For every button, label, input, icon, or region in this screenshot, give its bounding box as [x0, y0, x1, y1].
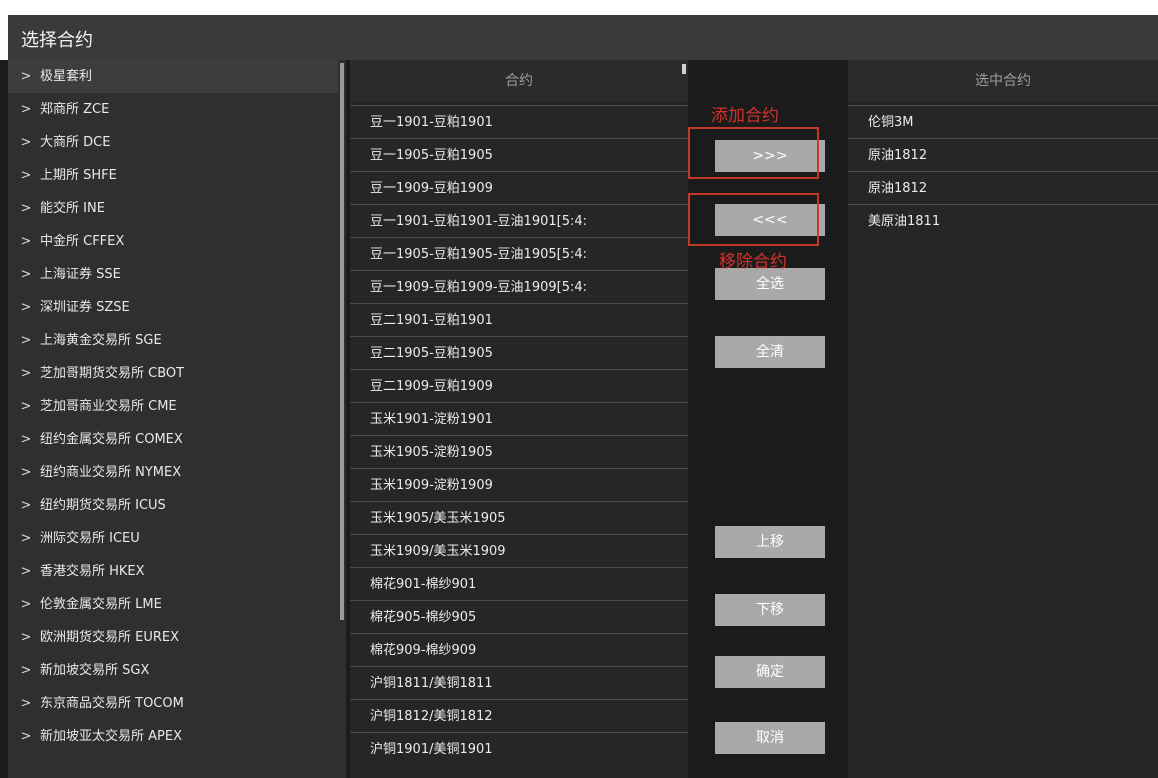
move-down-button[interactable]: 下移 — [715, 594, 825, 626]
chevron-right-icon: > — [20, 531, 32, 546]
contract-list-header: 合约 — [350, 60, 688, 102]
contract-row[interactable]: 豆一1909-豆粕1909 — [350, 171, 688, 204]
chevron-right-icon: > — [20, 234, 32, 249]
contract-row[interactable]: 玉米1905-淀粉1905 — [350, 435, 688, 468]
selected-contract-row[interactable]: 美原油1811 — [848, 204, 1158, 237]
contract-row[interactable]: 棉花905-棉纱905 — [350, 600, 688, 633]
remove-annotation-box — [688, 193, 819, 246]
exchange-item[interactable]: > 芝加哥商业交易所 CME — [8, 390, 338, 423]
contract-row[interactable]: 豆二1909-豆粕1909 — [350, 369, 688, 402]
exchange-item[interactable]: > 东京商品交易所 TOCOM — [8, 687, 338, 720]
contract-list-scrollbar[interactable] — [682, 64, 686, 74]
exchange-item[interactable]: > 上海黄金交易所 SGE — [8, 324, 338, 357]
chevron-right-icon: > — [20, 69, 32, 84]
chevron-right-icon: > — [20, 663, 32, 678]
chevron-right-icon: > — [20, 135, 32, 150]
selected-contract-list: 选中合约 伦铜3M 原油1812 原油1812 美原油1811 — [848, 60, 1158, 778]
chevron-right-icon: > — [20, 564, 32, 579]
contract-row[interactable]: 豆一1901-豆粕1901-豆油1901[5:4: — [350, 204, 688, 237]
contract-row[interactable]: 棉花901-棉纱901 — [350, 567, 688, 600]
contract-row[interactable]: 玉米1901-淀粉1901 — [350, 402, 688, 435]
chevron-right-icon: > — [20, 300, 32, 315]
chevron-right-icon: > — [20, 597, 32, 612]
select-all-button[interactable]: 全选 — [715, 268, 825, 300]
contract-row[interactable]: 沪铜1812/美铜1812 — [350, 699, 688, 732]
selected-contract-row[interactable]: 伦铜3M — [848, 105, 1158, 138]
contract-row[interactable]: 棉花909-棉纱909 — [350, 633, 688, 666]
cancel-button[interactable]: 取消 — [715, 722, 825, 754]
contract-row[interactable]: 豆一1909-豆粕1909-豆油1909[5:4: — [350, 270, 688, 303]
exchange-item[interactable]: > 上期所 SHFE — [8, 159, 338, 192]
contract-row[interactable]: 沪铜1901/美铜1901 — [350, 732, 688, 765]
exchange-item[interactable]: > 深圳证券 SZSE — [8, 291, 338, 324]
title-bar: 选择合约 — [0, 0, 1158, 60]
selected-contract-row[interactable]: 原油1812 — [848, 171, 1158, 204]
exchange-item[interactable]: > 伦敦金属交易所 LME — [8, 588, 338, 621]
add-annotation-box — [688, 127, 819, 179]
chevron-right-icon: > — [20, 465, 32, 480]
chevron-right-icon: > — [20, 333, 32, 348]
confirm-button[interactable]: 确定 — [715, 656, 825, 688]
contract-row[interactable]: 豆一1905-豆粕1905 — [350, 138, 688, 171]
move-up-button[interactable]: 上移 — [715, 526, 825, 558]
exchange-item[interactable]: > 新加坡交易所 SGX — [8, 654, 338, 687]
exchange-item[interactable]: > 极星套利 — [8, 60, 338, 93]
window-title: 选择合约 — [21, 30, 93, 51]
exchange-item[interactable]: > 能交所 INE — [8, 192, 338, 225]
exchange-item[interactable]: > 洲际交易所 ICEU — [8, 522, 338, 555]
contract-list: 合约 豆一1901-豆粕1901 豆一1905-豆粕1905 豆一1909-豆粕… — [350, 60, 688, 778]
add-annotation-label: 添加合约 — [711, 106, 779, 126]
title-bar-background: 选择合约 — [8, 15, 1158, 60]
clear-all-button[interactable]: 全清 — [715, 336, 825, 368]
selected-contract-header: 选中合约 — [848, 60, 1158, 102]
chevron-right-icon: > — [20, 201, 32, 216]
exchange-item[interactable]: > 香港交易所 HKEX — [8, 555, 338, 588]
exchange-item[interactable]: > 纽约商业交易所 NYMEX — [8, 456, 338, 489]
remove-annotation-label: 移除合约 — [719, 252, 787, 272]
chevron-right-icon: > — [20, 399, 32, 414]
contract-row[interactable]: 豆一1901-豆粕1901 — [350, 105, 688, 138]
contract-row[interactable]: 玉米1909-淀粉1909 — [350, 468, 688, 501]
exchange-item[interactable]: > 上海证券 SSE — [8, 258, 338, 291]
contract-row[interactable]: 豆一1905-豆粕1905-豆油1905[5:4: — [350, 237, 688, 270]
contract-row[interactable]: 豆二1901-豆粕1901 — [350, 303, 688, 336]
exchange-item[interactable]: > 郑商所 ZCE — [8, 93, 338, 126]
chevron-right-icon: > — [20, 696, 32, 711]
contract-row[interactable]: 沪铜1811/美铜1811 — [350, 666, 688, 699]
chevron-right-icon: > — [20, 729, 32, 744]
chevron-right-icon: > — [20, 630, 32, 645]
selected-contract-row[interactable]: 原油1812 — [848, 138, 1158, 171]
exchange-item[interactable]: > 欧洲期货交易所 EUREX — [8, 621, 338, 654]
contract-row[interactable]: 玉米1905/美玉米1905 — [350, 501, 688, 534]
exchange-item[interactable]: > 大商所 DCE — [8, 126, 338, 159]
chevron-right-icon: > — [20, 498, 32, 513]
exchange-item[interactable]: > 纽约金属交易所 COMEX — [8, 423, 338, 456]
exchange-item[interactable]: > 新加坡亚太交易所 APEX — [8, 720, 338, 753]
chevron-right-icon: > — [20, 168, 32, 183]
contract-row[interactable]: 豆二1905-豆粕1905 — [350, 336, 688, 369]
exchange-item[interactable]: > 纽约期货交易所 ICUS — [8, 489, 338, 522]
chevron-right-icon: > — [20, 432, 32, 447]
chevron-right-icon: > — [20, 267, 32, 282]
contract-row[interactable]: 玉米1909/美玉米1909 — [350, 534, 688, 567]
chevron-right-icon: > — [20, 102, 32, 117]
chevron-right-icon: > — [20, 366, 32, 381]
exchange-item[interactable]: > 芝加哥期货交易所 CBOT — [8, 357, 338, 390]
exchange-list: > 极星套利 > 郑商所 ZCE > 大商所 DCE > 上期所 SHFE > 能交所 I… — [8, 60, 346, 778]
exchange-list-scrollbar[interactable] — [340, 63, 344, 620]
exchange-item[interactable]: > 中金所 CFFEX — [8, 225, 338, 258]
